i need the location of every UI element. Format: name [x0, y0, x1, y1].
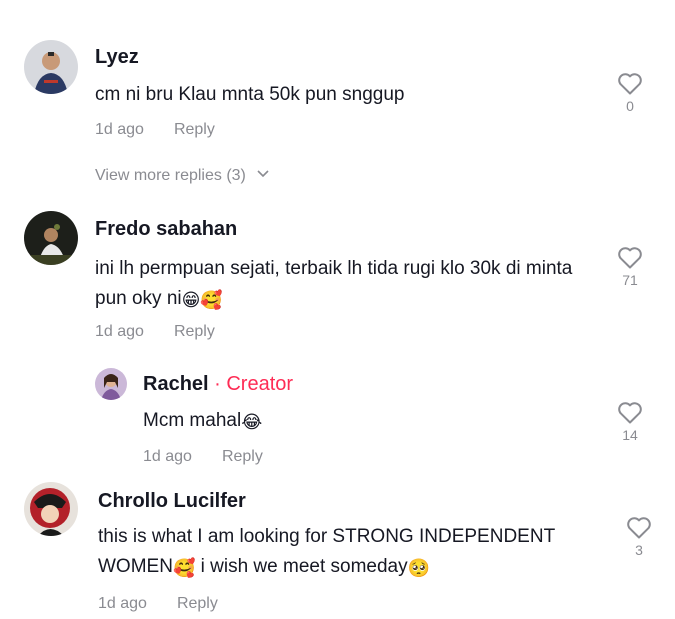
like-button[interactable]: 71	[615, 246, 645, 288]
comment-text-body: Mcm mahal	[143, 410, 242, 431]
chevron-down-icon	[257, 170, 269, 178]
reply-button[interactable]: Reply	[222, 448, 263, 465]
view-more-label: View more replies (3)	[95, 167, 246, 184]
emoji: 🥺	[407, 558, 431, 578]
heart-icon	[618, 402, 642, 424]
comment-time: 1d ago	[95, 121, 144, 138]
comment-author[interactable]: Chrollo Lucilfer	[98, 490, 246, 513]
like-count: 3	[635, 542, 643, 558]
emoji: 😁🥰	[181, 290, 223, 310]
reply-button[interactable]: Reply	[177, 595, 218, 612]
like-button[interactable]: 14	[615, 401, 645, 443]
comment-text: Mcm mahal😂	[143, 406, 563, 436]
avatar[interactable]	[95, 368, 127, 400]
like-button[interactable]: 3	[624, 516, 654, 558]
comment-author[interactable]: Lyez	[95, 46, 139, 69]
reply-button[interactable]: Reply	[174, 323, 215, 340]
heart-icon	[618, 73, 642, 95]
comment-meta: 1d ago Reply	[95, 121, 215, 139]
comment-text-body-2: i wish we meet someday	[195, 556, 408, 577]
avatar[interactable]	[24, 482, 78, 536]
like-count: 14	[622, 427, 638, 443]
heart-icon	[627, 517, 651, 539]
reply-button[interactable]: Reply	[174, 121, 215, 138]
comment-meta: 1d ago Reply	[143, 448, 263, 466]
comment-text: ini lh permpuan sejati, terbaik lh tida …	[95, 254, 595, 314]
comment-meta: 1d ago Reply	[98, 595, 218, 613]
like-count: 0	[626, 98, 634, 114]
comment-time: 1d ago	[95, 323, 144, 340]
comment-text-body: ini lh permpuan sejati, terbaik lh tida …	[95, 258, 573, 309]
emoji: 😂	[241, 412, 263, 432]
comment-author[interactable]: Fredo sabahan	[95, 218, 237, 241]
heart-icon	[618, 247, 642, 269]
emoji: 🥰	[172, 558, 196, 578]
comment-time: 1d ago	[143, 448, 192, 465]
like-count: 71	[622, 272, 638, 288]
author-name: Rachel	[143, 373, 209, 395]
comment-text: this is what I am looking for STRONG IND…	[98, 522, 603, 582]
comment-time: 1d ago	[98, 595, 147, 612]
comment-author[interactable]: Rachel · Creator	[143, 373, 293, 396]
view-more-replies[interactable]: View more replies (3)	[95, 167, 270, 185]
like-button[interactable]: 0	[615, 72, 645, 114]
creator-badge: · Creator	[208, 373, 294, 395]
avatar[interactable]	[24, 40, 78, 94]
comment-text: cm ni bru Klau mnta 50k pun snggup	[95, 84, 405, 105]
avatar[interactable]	[24, 211, 78, 265]
comment-meta: 1d ago Reply	[95, 323, 215, 341]
